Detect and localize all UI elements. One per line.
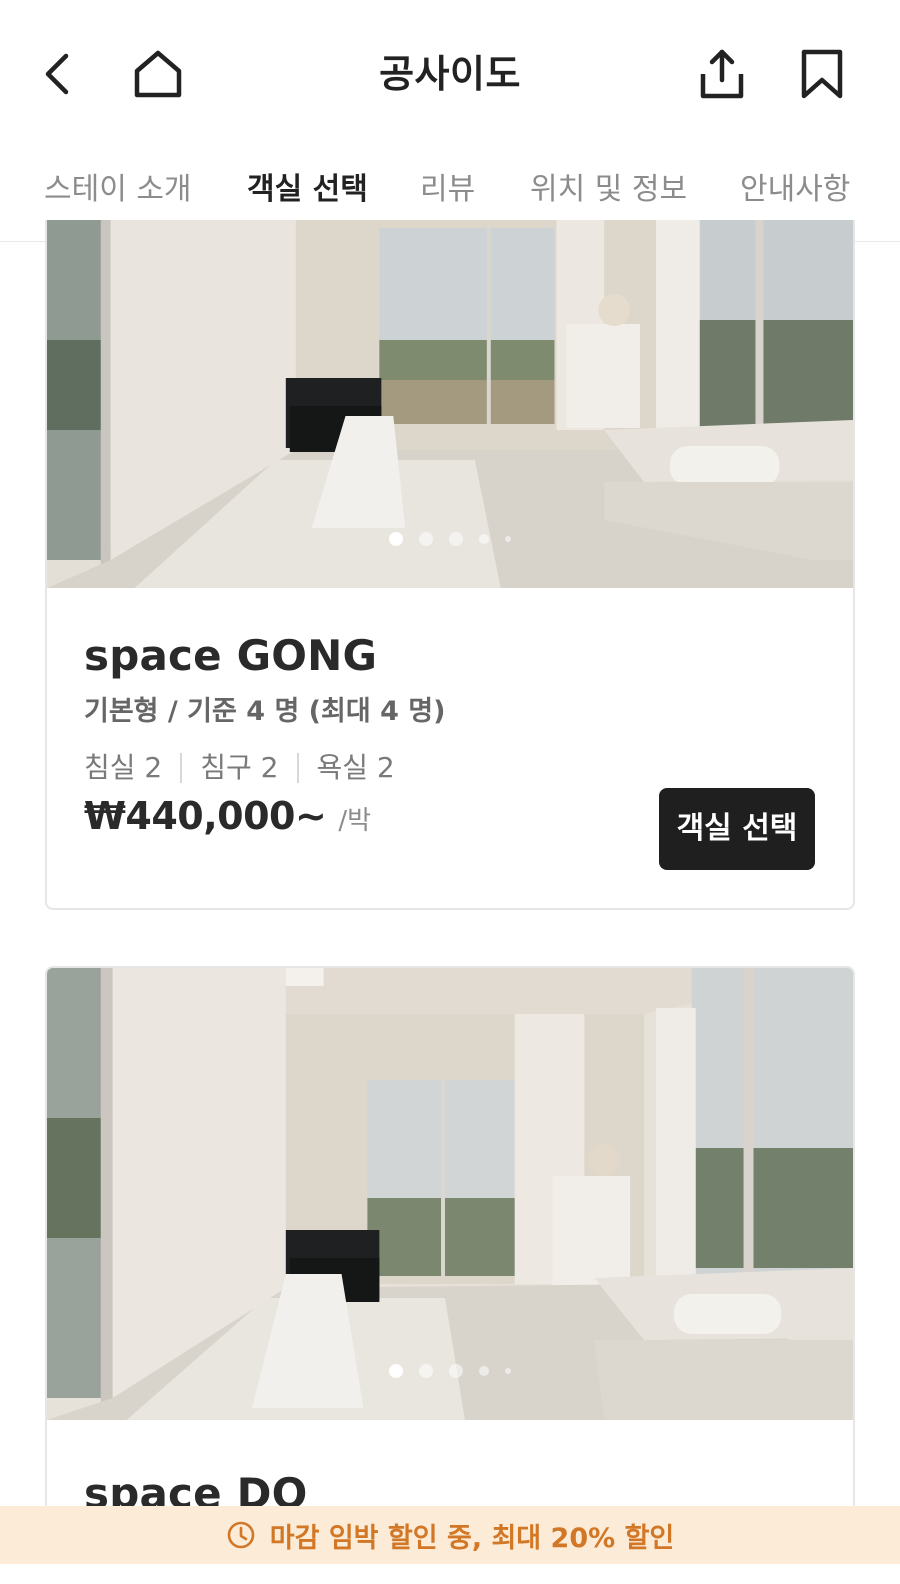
room-name: space GONG: [84, 631, 378, 680]
spec-bedding: 침구 2: [200, 751, 279, 784]
page-title: 공사이도: [379, 52, 521, 96]
carousel-dot: [505, 1368, 511, 1374]
spec-bedroom: 침실 2: [84, 751, 163, 784]
app-root: 공사이도 스테이 소개 객실 선택 리뷰 위치 및 정보 안내사항 space …: [0, 0, 900, 1584]
spec-bathroom: 욕실 2: [316, 751, 395, 784]
bookmark-button[interactable]: [790, 42, 854, 106]
carousel-indicator: [47, 1364, 853, 1378]
carousel-dot: [505, 536, 511, 542]
carousel-dot-active: [389, 1364, 403, 1378]
bookmark-icon: [801, 49, 843, 99]
carousel-dot: [479, 534, 489, 544]
room-card-body: space DO: [47, 1420, 853, 1520]
back-button[interactable]: [26, 42, 90, 106]
room-photo-carousel[interactable]: [47, 968, 853, 1420]
bottom-safe-area: [0, 1564, 900, 1584]
banner-text: 마감 임박 할인 중, 최대 20% 할인: [269, 1522, 675, 1554]
select-room-button[interactable]: 객실 선택: [659, 788, 815, 870]
room-card[interactable]: space DO: [45, 966, 855, 1584]
spec-divider: [296, 753, 299, 783]
clock-icon: [226, 1520, 256, 1550]
room-name: space DO: [84, 1469, 308, 1518]
share-button[interactable]: [690, 42, 754, 106]
chevron-left-icon: [45, 53, 69, 95]
room-photo-carousel[interactable]: [47, 220, 853, 588]
room-photo: [47, 968, 853, 1420]
carousel-dot: [419, 532, 433, 546]
carousel-dot: [419, 1364, 433, 1378]
room-card[interactable]: space GONG 기본형 / 기준 4 명 (최대 4 명) 침실 2 침구…: [45, 220, 855, 910]
carousel-dot-active: [389, 532, 403, 546]
top-app-bar: 공사이도: [0, 0, 900, 148]
discount-banner[interactable]: 마감 임박 할인 중, 최대 20% 할인: [0, 1506, 900, 1564]
home-button[interactable]: [126, 42, 190, 106]
room-price: ₩440,000~: [84, 794, 327, 838]
home-icon: [134, 50, 182, 98]
price-unit: /박: [338, 806, 372, 836]
carousel-dot: [449, 1364, 463, 1378]
carousel-indicator: [47, 532, 853, 546]
room-type: 기본형 / 기준 4 명 (최대 4 명): [84, 696, 446, 727]
carousel-dot: [449, 532, 463, 546]
spec-divider: [180, 753, 183, 783]
room-card-body: space GONG 기본형 / 기준 4 명 (최대 4 명) 침실 2 침구…: [47, 588, 853, 870]
room-specs: 침실 2 침구 2 욕실 2: [84, 748, 816, 788]
share-icon: [700, 49, 744, 99]
carousel-dot: [479, 1366, 489, 1376]
